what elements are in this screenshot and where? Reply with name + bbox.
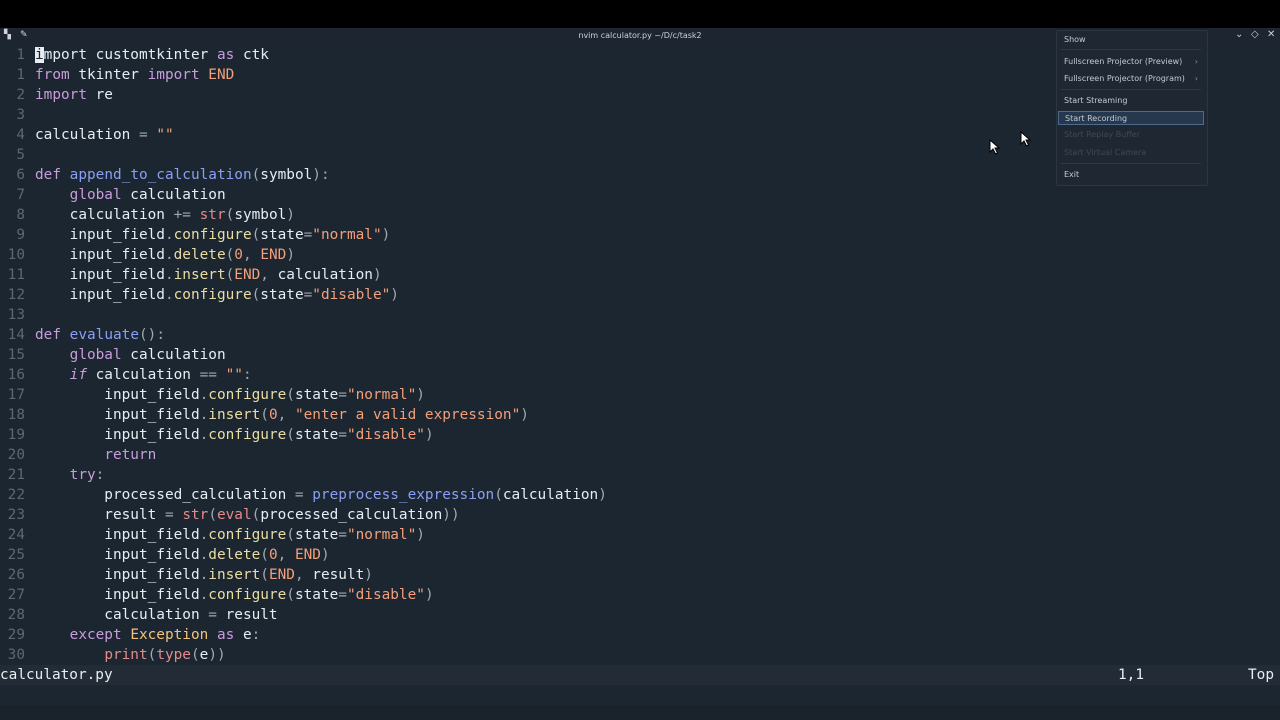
code-text[interactable]: input_field.delete(0, END) <box>35 545 329 565</box>
line-number: 22 <box>7 487 25 503</box>
code-text[interactable]: except Exception as e: <box>35 625 261 645</box>
tray-context-menu: Show Fullscreen Projector (Preview) › Fulls… <box>1056 30 1208 186</box>
menu-item-label: Start Replay Buffer <box>1064 130 1140 139</box>
chevron-right-icon: › <box>1194 57 1198 66</box>
desktop-top-bar <box>0 0 1280 28</box>
line-number: 8 <box>16 207 25 223</box>
command-line[interactable] <box>0 685 1280 705</box>
code-text[interactable]: input_field.configure(state="disable") <box>35 585 433 605</box>
code-text[interactable]: input_field.delete(0, END) <box>35 245 295 265</box>
line-number: 12 <box>7 287 25 303</box>
line-number: 24 <box>7 527 25 543</box>
line-number: 26 <box>7 567 25 583</box>
menu-item-show[interactable]: Show <box>1058 33 1204 47</box>
code-text[interactable]: import customtkinter as ctk <box>35 45 269 65</box>
menu-item-label: Start Recording <box>1065 114 1128 123</box>
line-number: 17 <box>7 387 25 403</box>
code-text[interactable]: global calculation <box>35 345 226 365</box>
menu-item-start-virtual-camera: Start Virtual Camera <box>1058 146 1204 160</box>
menu-item-fullscreen-projector-preview[interactable]: Fullscreen Projector (Preview) › <box>1058 55 1204 69</box>
menu-item-start-recording[interactable]: Start Recording <box>1058 111 1204 125</box>
cursor-position: 1,1 <box>1118 667 1144 683</box>
line-number: 25 <box>7 547 25 563</box>
code-text[interactable]: calculation += str(symbol) <box>35 205 295 225</box>
menu-item-label: Show <box>1064 35 1086 44</box>
line-number: 4 <box>16 127 25 143</box>
status-filename: calculator.py <box>0 667 113 683</box>
menu-item-label: Fullscreen Projector (Program) <box>1064 74 1185 83</box>
line-number: 18 <box>7 407 25 423</box>
line-number: 13 <box>7 307 25 323</box>
line-number: 19 <box>7 427 25 443</box>
line-number: 5 <box>16 147 25 163</box>
menu-item-exit[interactable]: Exit <box>1058 168 1204 182</box>
line-number: 6 <box>16 167 25 183</box>
line-number: 11 <box>7 267 25 283</box>
text-cursor: i <box>35 47 44 63</box>
code-text[interactable]: input_field.configure(state="disable") <box>35 425 433 445</box>
menu-item-label: Start Virtual Camera <box>1064 148 1147 157</box>
line-number: 29 <box>7 627 25 643</box>
line-number: 7 <box>16 187 25 203</box>
status-line: calculator.py 1,1 Top <box>0 665 1280 685</box>
line-number: 1 <box>16 47 25 63</box>
line-number: 23 <box>7 507 25 523</box>
line-number: 21 <box>7 467 25 483</box>
line-number: 1 <box>16 67 25 83</box>
line-number: 27 <box>7 587 25 603</box>
code-text[interactable]: def append_to_calculation(symbol): <box>35 165 330 185</box>
mouse-pointer-icon <box>989 139 1001 155</box>
line-number: 14 <box>7 327 25 343</box>
code-text[interactable]: calculation = "" <box>35 125 174 145</box>
code-text[interactable]: try: <box>35 465 105 485</box>
code-text[interactable]: input_field.insert(END, result) <box>35 565 373 585</box>
code-text[interactable]: input_field.configure(state="normal") <box>35 225 391 245</box>
mouse-pointer-icon <box>1020 131 1032 147</box>
menu-item-label: Exit <box>1064 170 1080 179</box>
menu-item-start-replay-buffer: Start Replay Buffer <box>1058 128 1204 142</box>
code-text[interactable]: return <box>35 445 156 465</box>
line-number: 16 <box>7 367 25 383</box>
menu-item-label: Fullscreen Projector (Preview) <box>1064 57 1183 66</box>
code-text[interactable]: processed_calculation = preprocess_expre… <box>35 485 607 505</box>
code-text[interactable]: import re <box>35 85 113 105</box>
line-number: 20 <box>7 447 25 463</box>
code-text[interactable]: input_field.configure(state="normal") <box>35 525 425 545</box>
line-number: 9 <box>16 227 25 243</box>
minimize-icon[interactable]: ⌄ <box>1235 29 1243 40</box>
menu-item-start-streaming[interactable]: Start Streaming <box>1058 94 1204 108</box>
code-text[interactable]: global calculation <box>35 185 226 205</box>
code-text[interactable]: result = str(eval(processed_calculation)… <box>35 505 459 525</box>
code-text[interactable]: def evaluate(): <box>35 325 165 345</box>
line-number: 28 <box>7 607 25 623</box>
line-number: 15 <box>7 347 25 363</box>
line-number: 3 <box>16 107 25 123</box>
menu-item-label: Start Streaming <box>1064 96 1128 105</box>
code-text[interactable]: print(type(e)) <box>35 645 225 665</box>
menu-separator <box>1061 89 1201 90</box>
code-text[interactable]: from tkinter import END <box>35 65 234 85</box>
code-text[interactable]: calculation = result <box>35 605 277 625</box>
menu-separator <box>1061 163 1201 164</box>
menu-item-fullscreen-projector-program[interactable]: Fullscreen Projector (Program) › <box>1058 72 1204 86</box>
bottom-bar <box>0 705 1280 720</box>
code-text[interactable]: input_field.configure(state="normal") <box>35 385 425 405</box>
close-icon[interactable]: ✕ <box>1267 29 1275 40</box>
menu-separator <box>1061 49 1201 50</box>
maximize-icon[interactable]: ◇ <box>1251 29 1259 40</box>
code-text[interactable]: if calculation == "": <box>35 365 252 385</box>
line-number: 10 <box>7 247 25 263</box>
code-text[interactable]: input_field.insert(END, calculation) <box>35 265 382 285</box>
code-text[interactable]: input_field.insert(0, "enter a valid exp… <box>35 405 529 425</box>
scroll-position: Top <box>1248 667 1274 683</box>
line-number: 30 <box>7 647 25 663</box>
chevron-right-icon: › <box>1194 74 1198 83</box>
line-number: 2 <box>16 87 25 103</box>
code-text[interactable]: input_field.configure(state="disable") <box>35 285 399 305</box>
